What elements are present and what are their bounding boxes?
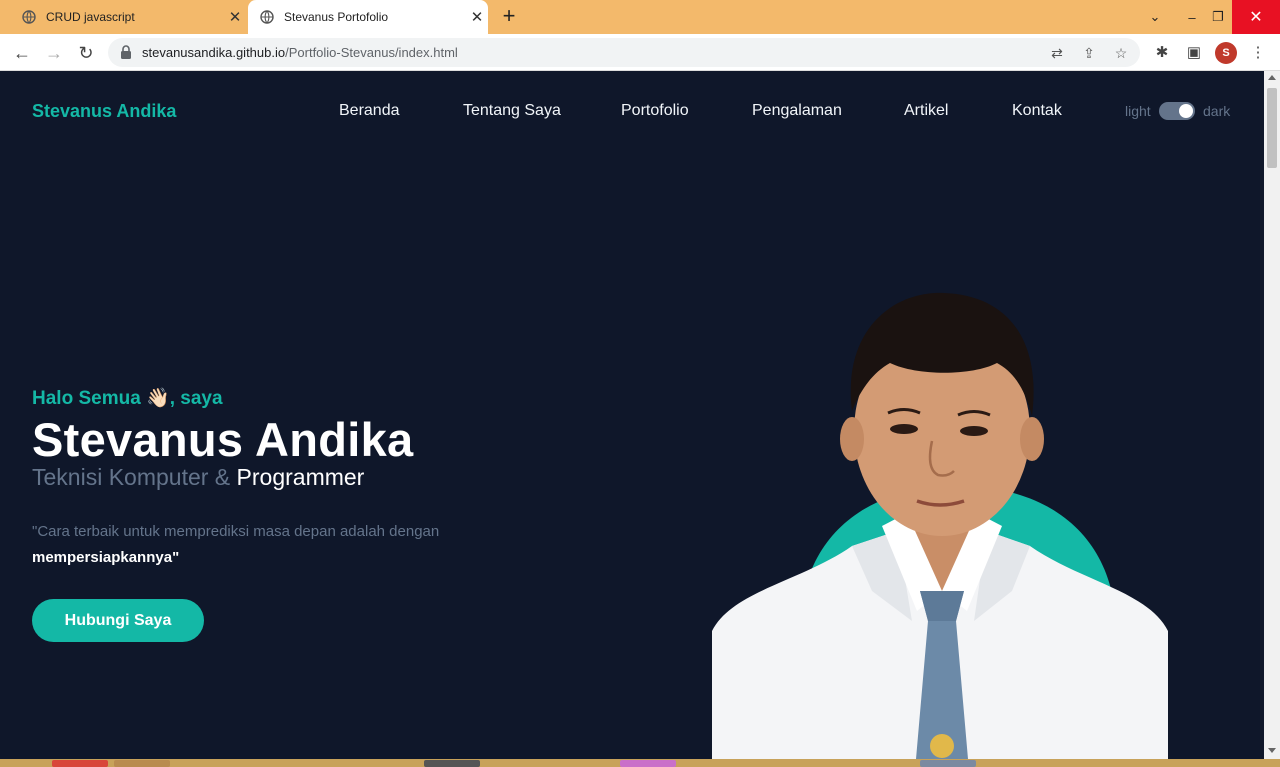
side-panel-icon[interactable]: ▣ — [1183, 42, 1205, 64]
nav-item-tentang-saya[interactable]: Tentang Saya — [463, 102, 561, 120]
new-tab-button[interactable]: + — [498, 5, 520, 27]
quote-bold: mempersiapkannya" — [32, 549, 180, 566]
close-tab-icon[interactable]: ✕ — [224, 8, 246, 26]
theme-dark-label: dark — [1203, 103, 1231, 119]
greeting-text: Halo Semua — [32, 388, 141, 409]
tab-crud-javascript[interactable]: CRUD javascript ✕ — [0, 0, 246, 34]
url-path: /Portfolio-Stevanus/index.html — [285, 45, 458, 60]
taskbar-app-icon[interactable] — [920, 760, 976, 767]
tab-stevanus-portofolio[interactable]: Stevanus Portofolio ✕ — [248, 0, 488, 34]
globe-icon — [22, 10, 36, 24]
hero-quote: "Cara terbaik untuk memprediksi masa dep… — [32, 519, 492, 571]
globe-icon — [260, 10, 274, 24]
nav-item-beranda[interactable]: Beranda — [339, 102, 400, 120]
waving-hand-icon: 👋🏻 — [146, 388, 170, 409]
theme-light-label: light — [1125, 103, 1151, 119]
quote-text: "Cara terbaik untuk memprediksi masa dep… — [32, 523, 440, 540]
scrollbar-thumb[interactable] — [1267, 88, 1277, 168]
close-tab-icon[interactable]: ✕ — [466, 8, 488, 26]
back-arrow-icon[interactable]: ← — [9, 40, 35, 66]
close-window-icon[interactable]: ✕ — [1232, 0, 1280, 34]
nav-item-artikel[interactable]: Artikel — [904, 102, 948, 120]
restore-icon[interactable]: ❐ — [1206, 0, 1230, 34]
scroll-up-arrow-icon[interactable] — [1268, 75, 1276, 80]
taskbar-app-icon[interactable] — [424, 760, 480, 767]
profile-photo — [712, 292, 1168, 759]
minimize-icon[interactable]: – — [1180, 0, 1204, 34]
scroll-down-arrow-icon[interactable] — [1268, 748, 1276, 753]
nav-item-portofolio[interactable]: Portofolio — [621, 102, 689, 120]
greeting-suffix: , saya — [169, 388, 223, 409]
url-text: stevanusandika.github.io/Portfolio-Steva… — [142, 45, 458, 60]
role-part-1: Teknisi Komputer & — [32, 464, 237, 490]
tab-search-chevron-icon[interactable]: ⌄ — [1142, 0, 1168, 34]
extensions-puzzle-icon[interactable]: ✱ — [1151, 42, 1173, 64]
browser-toolbar: ← → ↻ stevanusandika.github.io/Portfolio… — [0, 34, 1280, 71]
browser-tab-strip: CRUD javascript ✕ Stevanus Portofolio ✕ … — [0, 0, 1280, 34]
site-brand[interactable]: Stevanus Andika — [32, 101, 176, 122]
share-icon[interactable]: ⇪ — [1079, 43, 1099, 63]
badge-shape — [930, 734, 954, 758]
taskbar-app-icon[interactable] — [620, 760, 676, 767]
contact-me-button[interactable]: Hubungi Saya — [32, 599, 204, 642]
page-scrollbar[interactable] — [1264, 71, 1280, 759]
address-bar[interactable]: stevanusandika.github.io/Portfolio-Steva… — [108, 38, 1140, 67]
role-part-2: Programmer — [236, 464, 365, 490]
translate-icon[interactable]: ⇄ — [1047, 43, 1067, 63]
taskbar-app-icon[interactable] — [114, 760, 170, 767]
tab-title: Stevanus Portofolio — [284, 10, 389, 24]
lock-icon — [121, 45, 131, 59]
url-host: stevanusandika.github.io — [142, 45, 286, 60]
nav-item-pengalaman[interactable]: Pengalaman — [752, 102, 842, 120]
tab-title: CRUD javascript — [46, 10, 135, 24]
dark-mode-toggle[interactable] — [1159, 102, 1195, 120]
hero-role: Teknisi Komputer & Programmer — [32, 464, 364, 491]
nav-item-kontak[interactable]: Kontak — [1012, 102, 1062, 120]
taskbar-app-icon[interactable] — [52, 760, 108, 767]
toggle-knob — [1179, 104, 1193, 118]
os-taskbar — [0, 759, 1280, 767]
reload-icon[interactable]: ↻ — [73, 40, 99, 66]
kebab-menu-icon[interactable]: ⋮ — [1247, 42, 1269, 64]
profile-avatar[interactable]: S — [1215, 42, 1237, 64]
bookmark-star-icon[interactable]: ☆ — [1111, 43, 1131, 63]
page-viewport: Stevanus Andika Beranda Tentang Saya Por… — [0, 71, 1264, 759]
forward-arrow-icon[interactable]: → — [41, 40, 67, 66]
hero-name: Stevanus Andika — [32, 413, 414, 466]
hero-greeting: Halo Semua 👋🏻, saya — [32, 386, 223, 410]
